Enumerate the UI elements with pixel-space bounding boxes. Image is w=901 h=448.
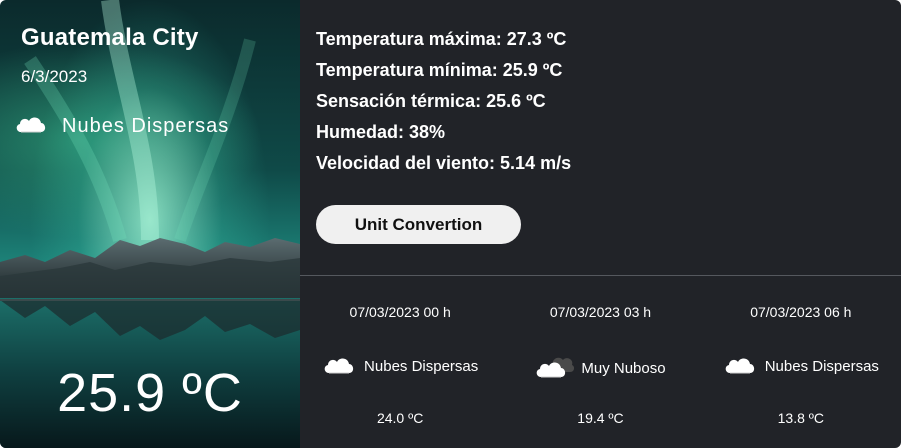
city-name: Guatemala City <box>21 24 199 51</box>
weather-details-list: Temperatura máxima: 27.3 ºC Temperatura … <box>316 26 571 181</box>
forecast-item: 07/03/2023 03 h Muy Nuboso 19.4 ºC <box>500 296 700 436</box>
wind-speed: Velocidad del viento: 5.14 m/s <box>316 153 572 173</box>
forecast-condition-label: Nubes Dispersas <box>364 357 479 375</box>
forecast-time: 07/03/2023 06 h <box>750 304 852 320</box>
weather-card: Guatemala City 6/3/2023 Nubes Dispersas … <box>0 0 901 448</box>
dark-clouds-icon <box>535 353 575 383</box>
current-weather-panel: Guatemala City 6/3/2023 Nubes Dispersas … <box>0 0 300 448</box>
humidity: Humedad: 38% <box>316 122 446 142</box>
forecast-temperature: 13.8 ºC <box>777 410 824 426</box>
forecast-item: 07/03/2023 06 h Nubes Dispersas 13.8 ºC <box>701 296 901 436</box>
details-panel: Temperatura máxima: 27.3 ºC Temperatura … <box>300 0 901 448</box>
current-condition: Nubes Dispersas <box>14 112 229 140</box>
current-condition-label: Nubes Dispersas <box>62 114 230 137</box>
divider <box>300 275 901 276</box>
cloud-icon <box>723 353 759 379</box>
forecast-condition: Nubes Dispersas <box>701 353 901 379</box>
forecast-item: 07/03/2023 00 h Nubes Dispersas 24.0 ºC <box>300 296 500 436</box>
forecast-time: 07/03/2023 03 h <box>549 304 652 320</box>
feels-like: Sensación térmica: 25.6 ºC <box>316 91 546 111</box>
forecast-condition: Nubes Dispersas <box>300 353 500 379</box>
forecast-condition: Muy Nuboso <box>500 353 700 383</box>
forecast-list: 07/03/2023 00 h Nubes Dispersas 24.0 ºC … <box>300 296 901 436</box>
cloud-icon <box>322 353 358 379</box>
unit-conversion-button[interactable]: Unit Convertion <box>316 205 521 244</box>
forecast-condition-label: Nubes Dispersas <box>764 357 879 375</box>
forecast-temperature: 19.4 ºC <box>577 410 624 426</box>
current-date: 6/3/2023 <box>21 67 88 86</box>
cloud-icon <box>14 112 48 140</box>
max-temperature: Temperatura máxima: 27.3 ºC <box>316 29 567 49</box>
current-temperature: 25.9 ºC <box>57 363 243 423</box>
min-temperature: Temperatura mínima: 25.9 ºC <box>316 60 563 80</box>
forecast-time: 07/03/2023 00 h <box>349 304 451 320</box>
forecast-temperature: 24.0 ºC <box>376 410 424 426</box>
forecast-condition-label: Muy Nuboso <box>581 359 666 377</box>
